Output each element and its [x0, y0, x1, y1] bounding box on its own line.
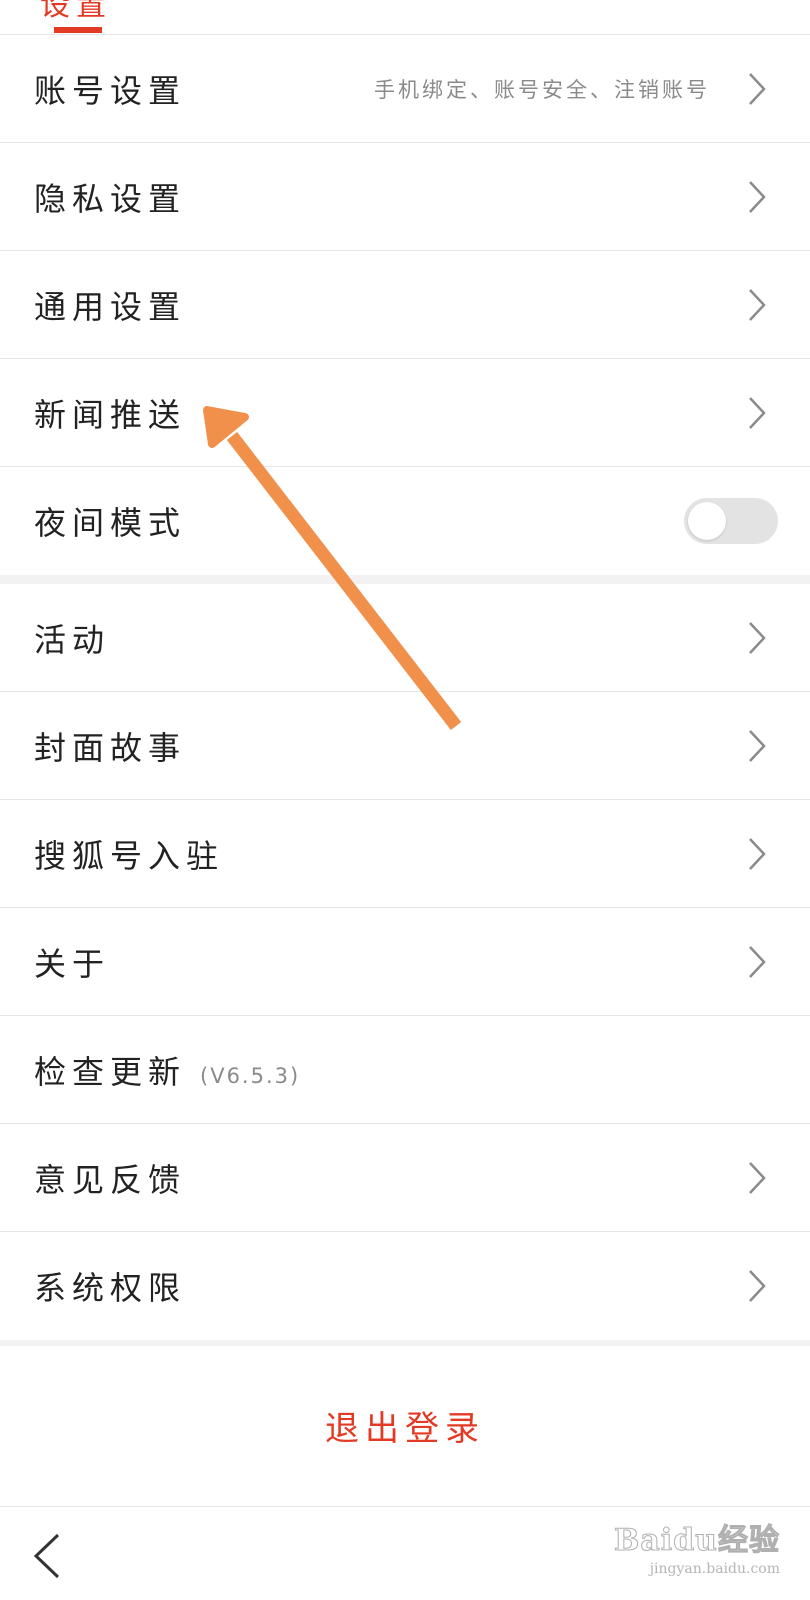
chevron-right-icon — [749, 945, 766, 978]
row-label: 检查更新 (V6.5.3) — [34, 1047, 300, 1093]
row-label: 关于 — [34, 944, 111, 983]
watermark-url: jingyan.baidu.com — [649, 1561, 780, 1577]
check-update-label: 检查更新 — [34, 1052, 187, 1091]
row-account-settings[interactable]: 账号设置 手机绑定、账号安全、注销账号 — [0, 35, 810, 143]
chevron-right-icon — [749, 837, 766, 870]
row-cover-story[interactable]: 封面故事 — [0, 692, 810, 800]
chevron-right-icon — [749, 729, 766, 762]
row-general-settings[interactable]: 通用设置 — [0, 251, 810, 359]
row-system-permissions[interactable]: 系统权限 — [0, 1232, 810, 1340]
watermark-logo: Baidu经验 — [614, 1523, 780, 1559]
settings-group-secondary: 活动 封面故事 搜狐号入驻 关于 检查更新 (V6.5.3) 意见反馈 系统权限 — [0, 584, 810, 1340]
chevron-right-icon — [749, 180, 766, 213]
row-night-mode: 夜间模式 — [0, 467, 810, 575]
row-privacy-settings[interactable]: 隐私设置 — [0, 143, 810, 251]
settings-page: 设置 账号设置 手机绑定、账号安全、注销账号 隐私设置 通用设置 新闻推送 夜间… — [0, 0, 810, 1600]
logout-button[interactable]: 退出登录 — [0, 1401, 810, 1450]
baidu-watermark: Baidu经验 jingyan.baidu.com — [614, 1515, 780, 1578]
chevron-right-icon — [749, 1161, 766, 1194]
row-label: 夜间模式 — [34, 504, 187, 542]
toggle-knob — [688, 502, 726, 540]
chevron-right-icon — [749, 396, 766, 429]
chevron-right-icon — [749, 72, 766, 105]
row-news-push[interactable]: 新闻推送 — [0, 359, 810, 467]
header: 设置 — [0, 0, 810, 35]
row-label: 账号设置 — [34, 71, 187, 110]
row-label: 系统权限 — [34, 1269, 187, 1307]
row-feedback[interactable]: 意见反馈 — [0, 1124, 810, 1232]
chevron-left-icon[interactable] — [28, 1531, 64, 1581]
row-label: 封面故事 — [34, 728, 187, 767]
night-mode-toggle[interactable] — [684, 498, 778, 544]
row-sohu-account-join[interactable]: 搜狐号入驻 — [0, 800, 810, 908]
row-label: 通用设置 — [34, 287, 187, 326]
chevron-right-icon — [749, 621, 766, 654]
chevron-right-icon — [749, 1270, 766, 1302]
bottom-bar: Baidu经验 jingyan.baidu.com — [0, 1506, 810, 1600]
row-label: 搜狐号入驻 — [34, 836, 225, 875]
logout-section: 退出登录 — [0, 1346, 810, 1506]
chevron-right-icon — [749, 288, 766, 321]
row-activities[interactable]: 活动 — [0, 584, 810, 692]
row-label: 新闻推送 — [34, 395, 187, 434]
row-label: 活动 — [34, 620, 111, 659]
row-description: 手机绑定、账号安全、注销账号 — [374, 77, 710, 102]
settings-group-primary: 账号设置 手机绑定、账号安全、注销账号 隐私设置 通用设置 新闻推送 夜间模式 — [0, 35, 810, 575]
row-about[interactable]: 关于 — [0, 908, 810, 1016]
row-label: 隐私设置 — [34, 179, 187, 218]
row-label: 意见反馈 — [34, 1160, 187, 1199]
title-underline — [54, 27, 102, 33]
row-check-update[interactable]: 检查更新 (V6.5.3) — [0, 1016, 810, 1124]
version-label: (V6.5.3) — [200, 1063, 301, 1088]
page-title: 设置 — [40, 0, 112, 23]
